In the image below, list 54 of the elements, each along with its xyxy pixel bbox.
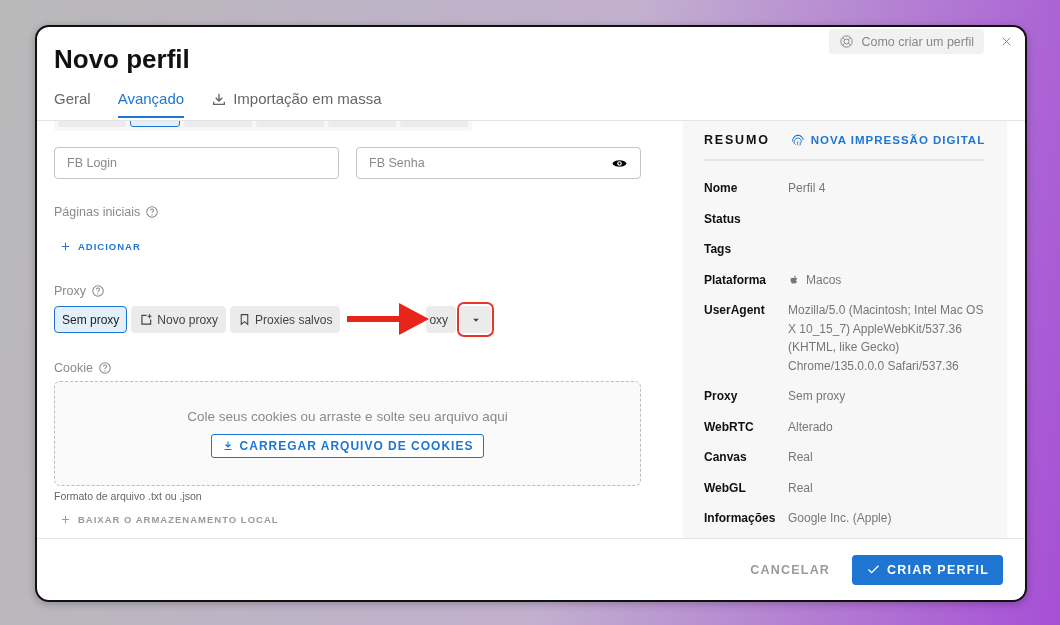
summary-value: Google Inc. (Apple) bbox=[788, 510, 893, 527]
summary-value: Real bbox=[788, 449, 814, 466]
close-icon bbox=[1000, 35, 1013, 48]
summary-label: Status bbox=[704, 210, 742, 228]
upload-button[interactable]: CARREGAR ARQUIVO DE COOKIES bbox=[210, 434, 485, 458]
add-button[interactable]: ADICIONAR bbox=[52, 237, 149, 256]
plus-icon bbox=[60, 514, 71, 525]
help-icon bbox=[97, 361, 112, 375]
create-profile-button[interactable]: CRIAR PERFIL bbox=[852, 554, 1003, 585]
proxy-option[interactable]: Novo proxy bbox=[131, 306, 227, 333]
summary-label: Canvas bbox=[704, 449, 748, 466]
summary-value: Mozilla/5.0 (Macintosh; Intel Mac OS X 10_15_7) AppleWebKit/537.36 (KHTML, like Gecko) Chrome/135.0.0.0 Safari/537.36 bbox=[788, 302, 985, 375]
help-icon bbox=[90, 284, 105, 298]
summary-label: Informações bbox=[704, 510, 777, 527]
lifebuoy-icon bbox=[839, 34, 855, 49]
proxy-option[interactable]: Sem proxy bbox=[54, 306, 128, 333]
summary-label: UserAgent bbox=[704, 302, 766, 319]
field-label: Cookie bbox=[54, 361, 93, 375]
summary-label: Proxy bbox=[704, 388, 739, 405]
proxy-option[interactable]: Proxies salvos bbox=[230, 306, 341, 333]
text-input[interactable]: FB Senha bbox=[369, 148, 611, 178]
summary-label: WebRTC bbox=[704, 418, 755, 436]
cancel-button[interactable]: CANCELAR bbox=[748, 554, 833, 585]
summary-title: RESUMO bbox=[704, 133, 770, 147]
drop-hint: Cole seus cookies ou arraste e solte seu arquivo aqui bbox=[187, 409, 508, 424]
dialog-title: Novo perfil bbox=[54, 44, 190, 75]
proxy-option[interactable]: oxy bbox=[426, 306, 457, 333]
fingerprint-icon bbox=[789, 132, 806, 148]
help-icon bbox=[145, 205, 160, 219]
summary-value: Real bbox=[788, 479, 814, 497]
add-box-icon bbox=[139, 312, 154, 327]
password-field[interactable]: FB Senha bbox=[356, 147, 641, 179]
summary-label: Tags bbox=[704, 241, 733, 258]
summary-label: WebGL bbox=[704, 479, 747, 497]
summary-label: Nome bbox=[704, 180, 739, 197]
tab[interactable]: Avançado bbox=[117, 86, 185, 118]
summary-value: Perfil 4 bbox=[788, 180, 827, 197]
plus-icon bbox=[60, 241, 71, 252]
highlight-ring bbox=[457, 302, 495, 337]
tab[interactable]: Importação em massa bbox=[211, 86, 382, 118]
tab[interactable]: Geral bbox=[54, 86, 91, 118]
summary-value: Macos bbox=[806, 271, 842, 289]
apple-icon bbox=[788, 273, 800, 286]
field-label: Proxy bbox=[54, 284, 86, 298]
field-label: Páginas iniciais bbox=[54, 205, 141, 219]
format-note: Formato de arquivo .txt ou .json bbox=[54, 490, 203, 502]
drop-zone[interactable]: Cole seus cookies ou arraste e solte seu arquivo aqui CARREGAR ARQUIVO DE COOKIES bbox=[54, 381, 641, 486]
help-button[interactable]: Como criar um perfil bbox=[829, 29, 984, 54]
summary-value: Sem proxy bbox=[788, 388, 847, 405]
local-storage-button[interactable]: BAIXAR O ARMAZENAMENTO LOCAL bbox=[52, 510, 287, 529]
dropdown-button[interactable] bbox=[460, 306, 492, 333]
summary-value: Alterado bbox=[788, 418, 834, 436]
summary-label: Plataforma bbox=[704, 271, 768, 289]
fingerprint-button[interactable]: NOVA IMPRESSÃO DIGITAL bbox=[789, 132, 986, 148]
